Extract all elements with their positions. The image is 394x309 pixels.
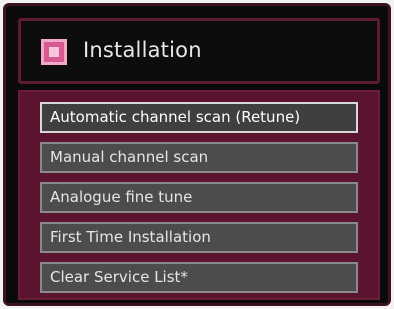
menu-item-manual-channel-scan[interactable]: Manual channel scan xyxy=(40,142,358,173)
menu-item-automatic-channel-scan[interactable]: Automatic channel scan (Retune) xyxy=(40,102,358,133)
menu-item-analogue-fine-tune[interactable]: Analogue fine tune xyxy=(40,182,358,213)
menu-item-first-time-installation[interactable]: First Time Installation xyxy=(40,222,358,253)
settings-icon xyxy=(41,39,67,65)
menu-item-clear-service-list[interactable]: Clear Service List* xyxy=(40,262,358,293)
installation-menu: Automatic channel scan (Retune) Manual c… xyxy=(18,90,380,300)
menu-header: Installation xyxy=(18,18,380,84)
page-title: Installation xyxy=(83,38,202,62)
installation-window: Installation Automatic channel scan (Ret… xyxy=(3,3,391,306)
